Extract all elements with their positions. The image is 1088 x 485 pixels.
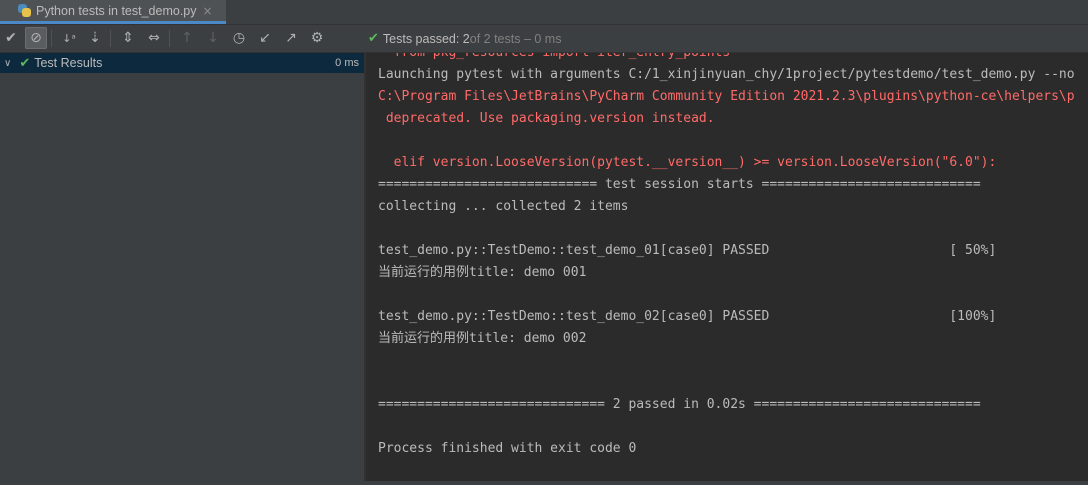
previous-failed-icon[interactable]: ↑: [176, 27, 198, 49]
close-icon[interactable]: ×: [203, 4, 213, 18]
console-line: deprecated. Use packaging.version instea…: [378, 111, 715, 126]
sort-by-duration-icon[interactable]: ⇣: [84, 27, 106, 49]
console-line: 当前运行的用例title: demo 001: [378, 265, 587, 280]
console-line: ============================ test sessio…: [378, 177, 981, 192]
test-runner-window: Python tests in test_demo.py × ✔ ⊘ ↓ᵃ ⇣ …: [0, 0, 1088, 485]
collapse-all-icon[interactable]: ⇔: [143, 27, 165, 49]
tree-item-label: Test Results: [34, 56, 103, 70]
toolbar-separator: [51, 30, 52, 47]
status-text: Tests passed: 2: [382, 31, 470, 46]
next-failed-icon[interactable]: ↓: [202, 27, 224, 49]
python-icon: [17, 3, 32, 18]
console-line: elif version.LooseVersion(pytest.__versi…: [378, 155, 997, 170]
tool-window-tabbar: Python tests in test_demo.py ×: [0, 0, 1088, 25]
console-line: from pkg_resources import iter_entry_poi…: [378, 53, 731, 64]
status-subtext: of 2 tests – 0 ms: [469, 31, 562, 46]
passed-check-icon: ✔: [368, 31, 379, 46]
sort-alphabetically-icon[interactable]: ↓ᵃ: [58, 27, 80, 49]
tree-item-test-results[interactable]: ∨ ✔ Test Results 0 ms: [0, 53, 364, 73]
export-tests-icon[interactable]: ↗: [280, 27, 302, 49]
run-tab-label: Python tests in test_demo.py: [36, 3, 197, 18]
bottom-edge: [0, 481, 1088, 485]
console-line: test_demo.py::TestDemo::test_demo_01[cas…: [378, 243, 997, 258]
test-results-tree: ∨ ✔ Test Results 0 ms: [0, 53, 364, 485]
console-line: Process finished with exit code 0: [378, 441, 637, 456]
expand-all-icon[interactable]: ⇕: [117, 27, 139, 49]
settings-gear-icon[interactable]: ⚙: [306, 27, 328, 49]
console-line: C:\Program Files\JetBrains\PyCharm Commu…: [378, 89, 1075, 104]
console-line: collecting ... collected 2 items: [378, 199, 629, 214]
toolbar-separator: [169, 30, 170, 47]
toolbar-separator: [110, 30, 111, 47]
console-line: test_demo.py::TestDemo::test_demo_02[cas…: [378, 309, 997, 324]
test-status: ✔ Tests passed: 2 of 2 tests – 0 ms: [368, 25, 561, 52]
passed-check-icon: ✔: [19, 55, 31, 71]
console-line: Launching pytest with arguments C:/1_xin…: [378, 67, 1075, 82]
tree-item-duration: 0 ms: [335, 57, 359, 69]
test-history-icon[interactable]: ◷: [228, 27, 250, 49]
run-tab[interactable]: Python tests in test_demo.py ×: [0, 0, 226, 24]
console-line: 当前运行的用例title: demo 002: [378, 331, 587, 346]
console-line: ============================= 2 passed i…: [378, 397, 981, 412]
show-ignored-icon[interactable]: ⊘: [25, 27, 47, 49]
show-passed-icon[interactable]: ✔: [0, 27, 22, 49]
import-tests-icon[interactable]: ↙: [254, 27, 276, 49]
console-output[interactable]: from pkg_resources import iter_entry_poi…: [366, 53, 1088, 481]
chevron-down-icon[interactable]: ∨: [4, 58, 11, 69]
